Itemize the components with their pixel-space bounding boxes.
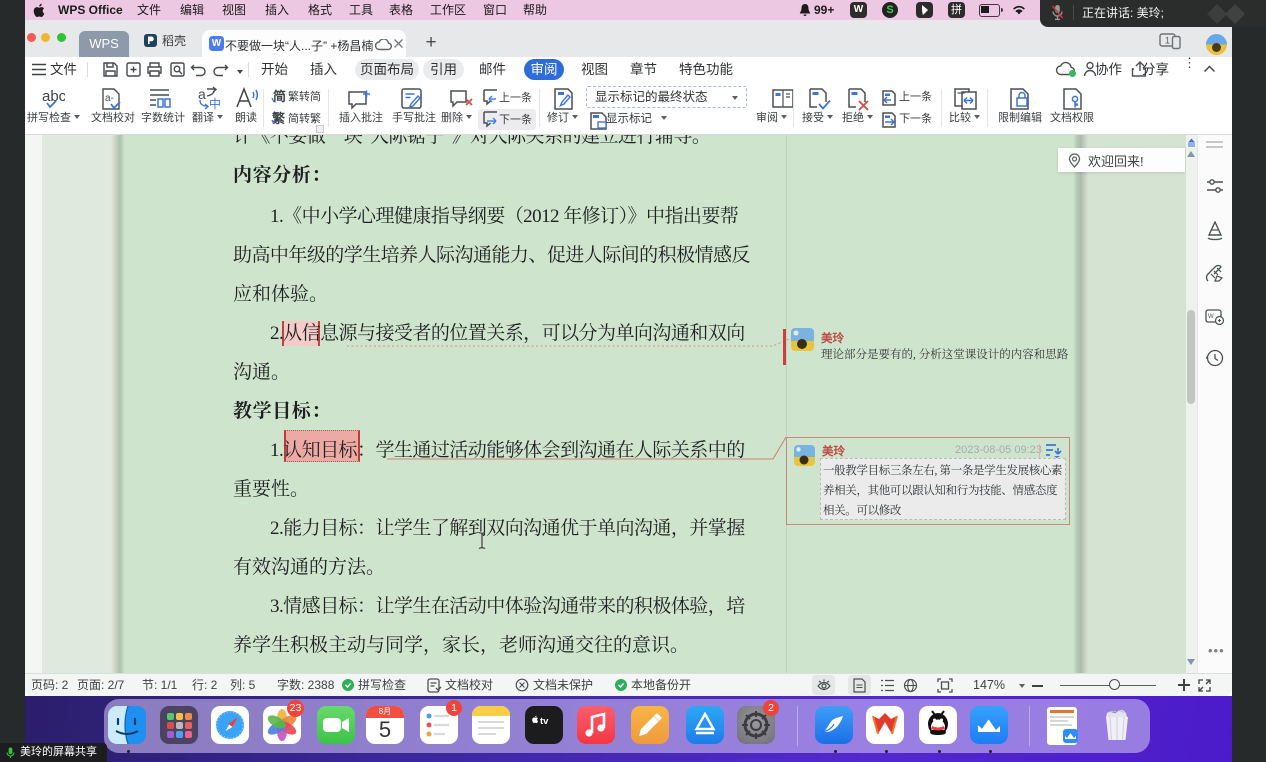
svg-text:1: 1 [1165, 36, 1170, 46]
svg-text:tv: tv [540, 716, 549, 727]
svg-text:a: a [198, 86, 206, 102]
svg-text:简: 简 [273, 89, 286, 104]
svg-text:a-: a- [105, 93, 114, 104]
svg-text:W: W [1208, 314, 1214, 320]
svg-text:中: 中 [209, 96, 221, 111]
